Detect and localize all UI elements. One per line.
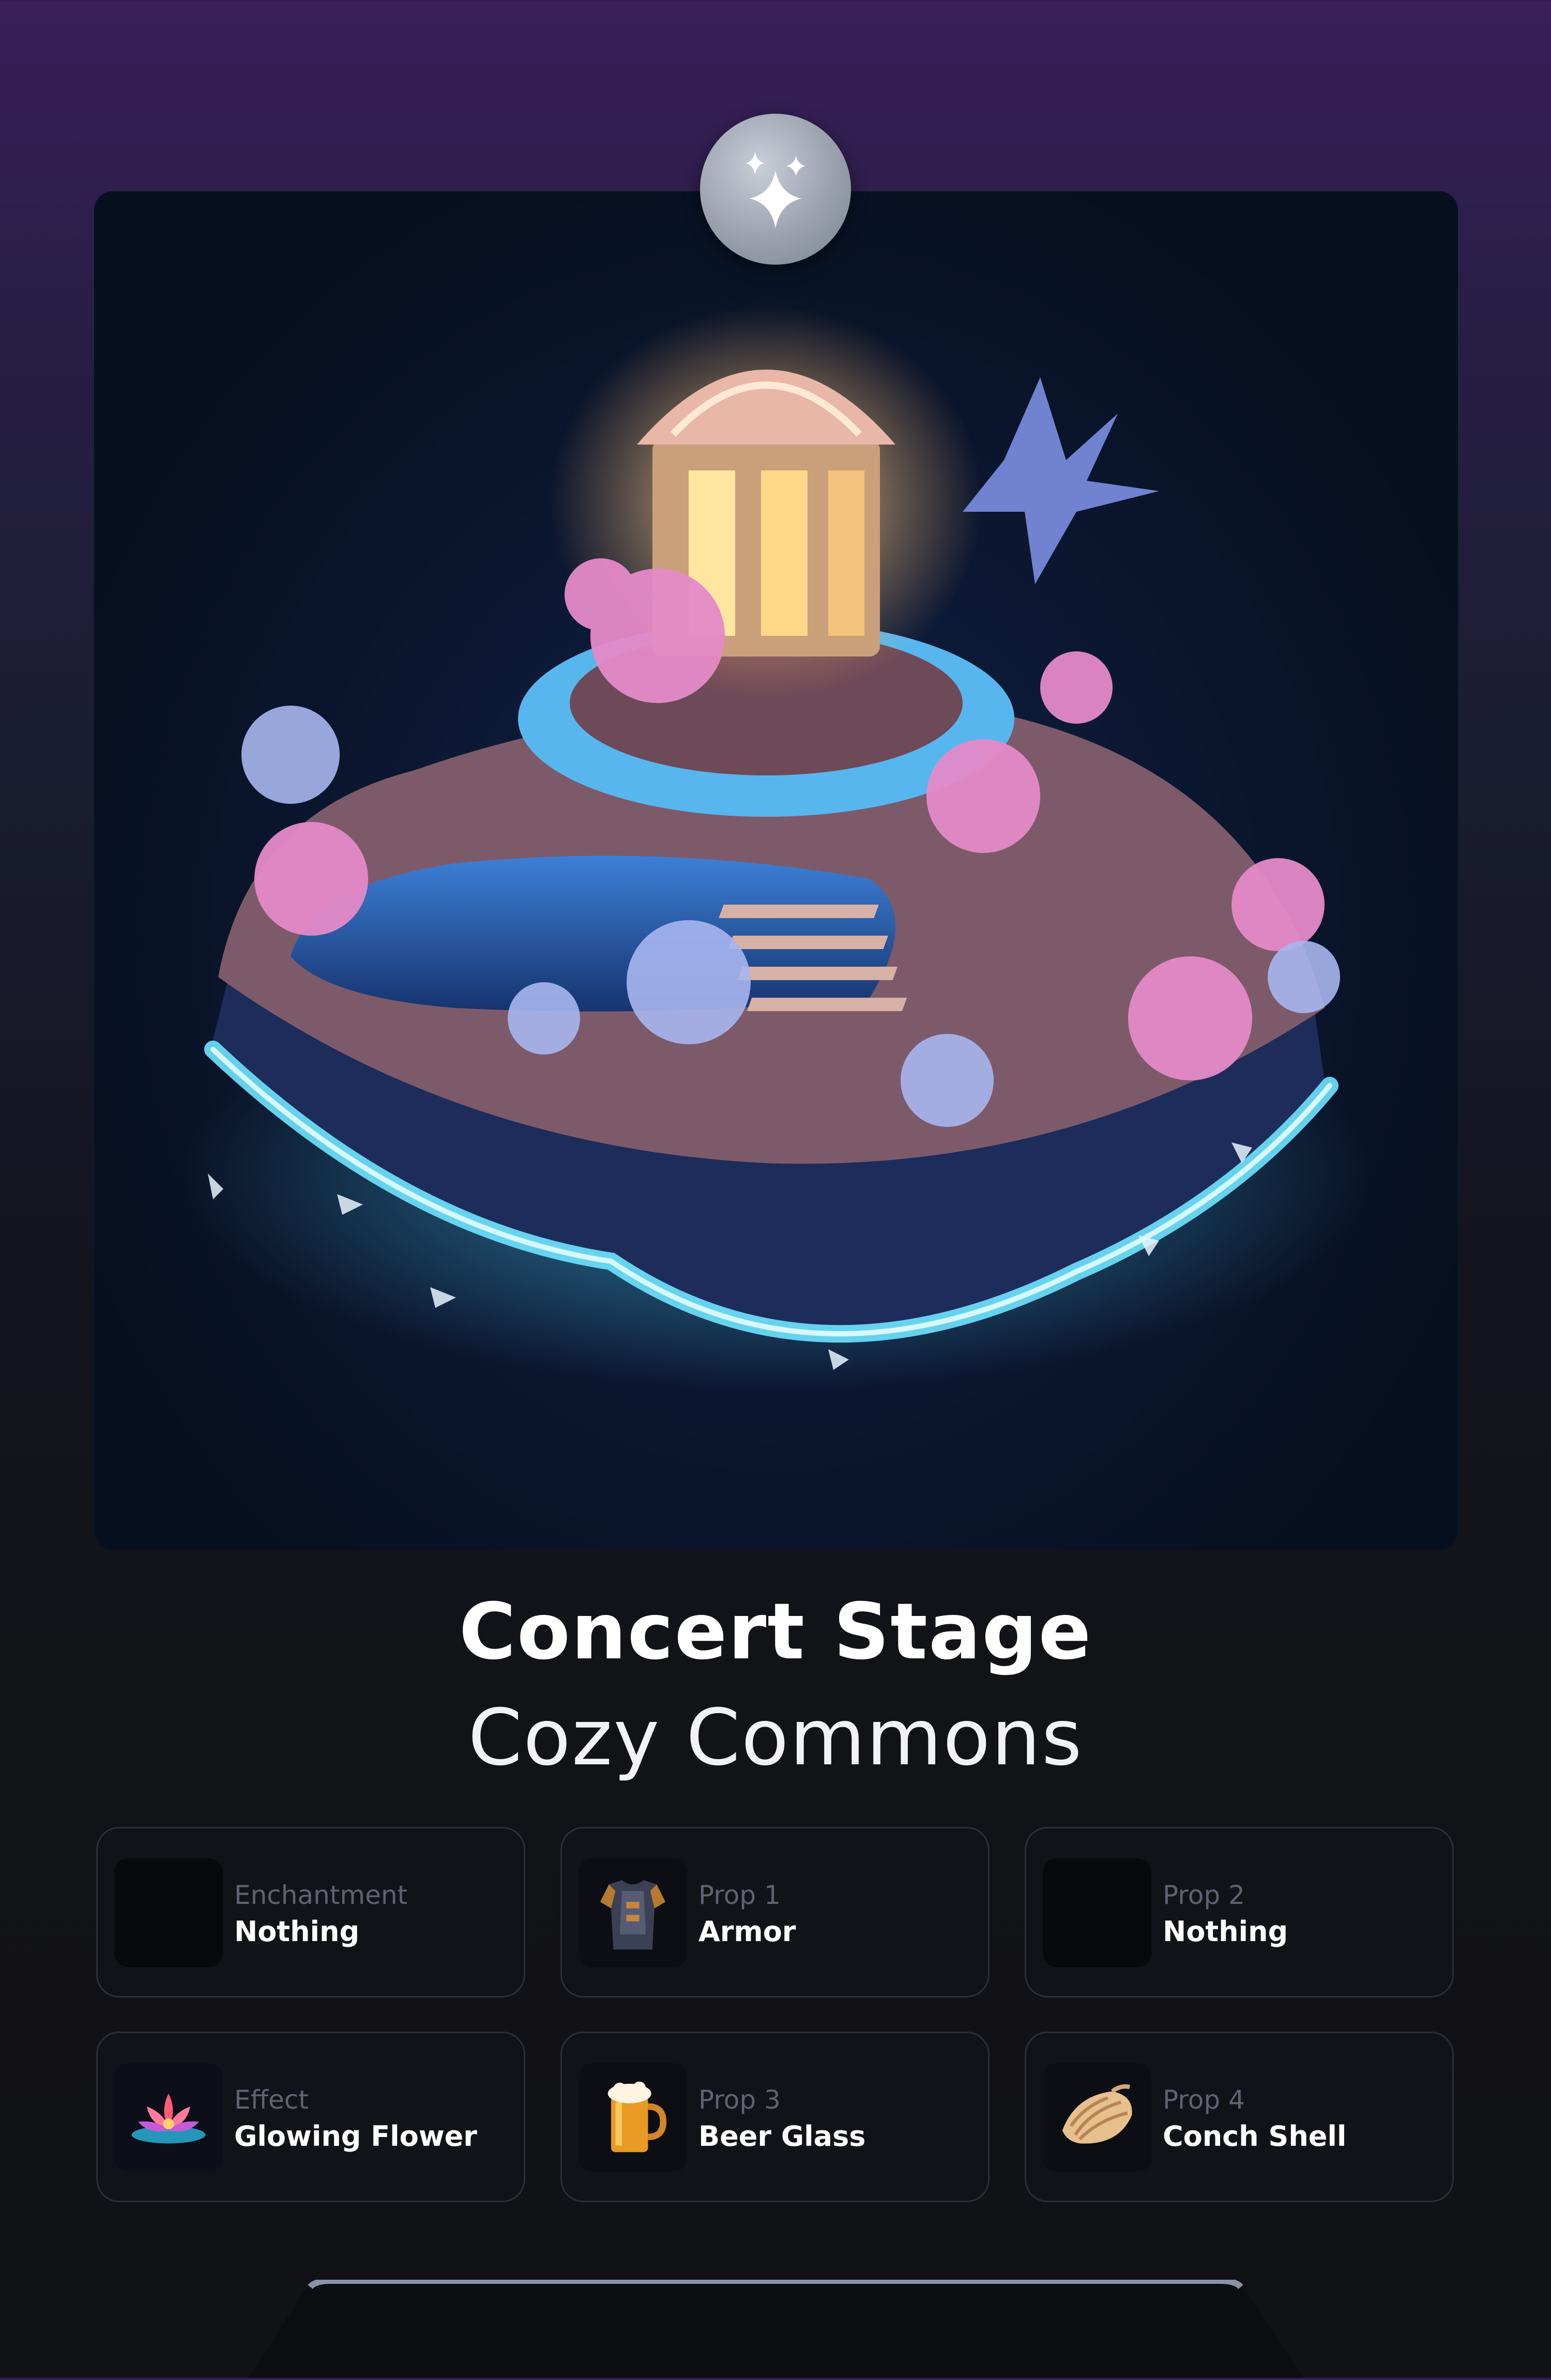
slot-label: Prop 1	[698, 1880, 781, 1910]
sparkles-badge	[700, 114, 851, 265]
conch-shell-icon	[1043, 2063, 1151, 2172]
empty-slot-icon	[1043, 1858, 1151, 1967]
slot-prop-1[interactable]: Prop 1 Armor	[560, 1827, 990, 1997]
item-collection: Cozy Commons	[468, 1693, 1083, 1783]
slot-value: Conch Shell	[1163, 2120, 1347, 2153]
slot-value: Beer Glass	[698, 2120, 866, 2153]
item-name: Concert Stage	[459, 1587, 1092, 1677]
item-artwork	[94, 191, 1458, 1550]
slot-label: Prop 4	[1163, 2085, 1245, 2115]
slot-label: Enchantment	[234, 1880, 408, 1910]
bottom-dock	[0, 2278, 1551, 2378]
armor-icon	[579, 1858, 687, 1967]
beer-glass-icon	[579, 2063, 687, 2172]
slot-prop-4[interactable]: Prop 4 Conch Shell	[1025, 2032, 1454, 2202]
slot-value: Armor	[698, 1915, 796, 1948]
glowing-flower-icon	[114, 2063, 223, 2172]
slot-label: Prop 3	[698, 2085, 781, 2115]
sparkles-icon	[746, 152, 805, 228]
slot-value: Nothing	[1163, 1915, 1288, 1948]
slot-label: Prop 2	[1163, 1880, 1245, 1910]
slot-prop-3[interactable]: Prop 3 Beer Glass	[560, 2032, 990, 2202]
slot-enchantment[interactable]: Enchantment Nothing	[96, 1827, 525, 1997]
empty-slot-icon	[114, 1858, 223, 1967]
slot-prop-2[interactable]: Prop 2 Nothing	[1025, 1827, 1454, 1997]
slot-value: Nothing	[234, 1915, 360, 1948]
slot-value: Glowing Flower	[234, 2120, 477, 2153]
floating-island-illustration	[182, 305, 1371, 1391]
slot-effect[interactable]: Effect Glowing Flower	[96, 2032, 525, 2202]
slot-label: Effect	[234, 2085, 309, 2115]
